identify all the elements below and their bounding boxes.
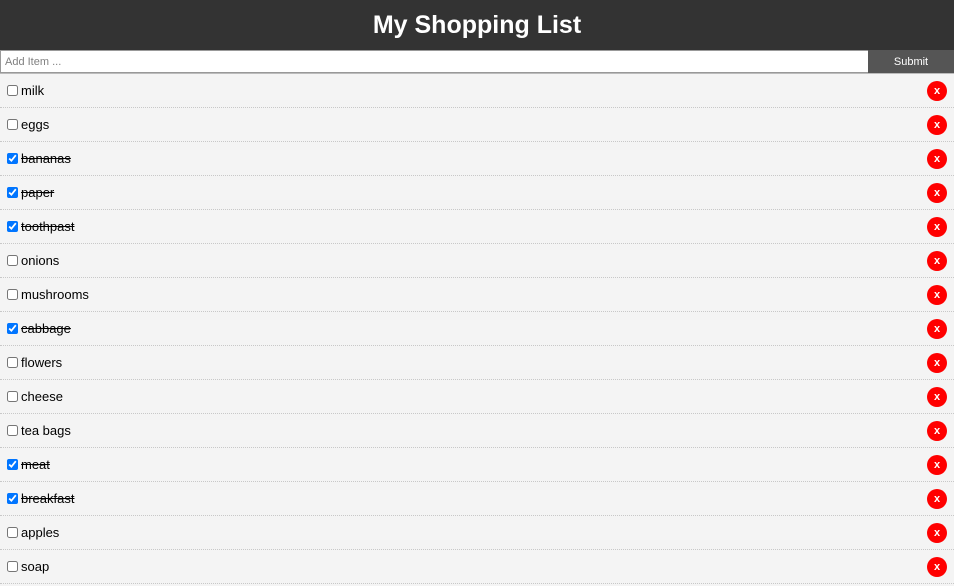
item-checkbox[interactable]: [7, 391, 18, 402]
list-item-content: flowers: [7, 355, 62, 370]
item-label: toothpast: [21, 219, 75, 234]
shopping-list: milk x eggs x bananas x paper x toothpast x onions…: [0, 74, 954, 584]
delete-item-button[interactable]: x: [927, 182, 947, 203]
delete-item-button[interactable]: x: [927, 522, 947, 543]
item-checkbox[interactable]: [7, 493, 18, 504]
delete-item-button[interactable]: x: [927, 556, 947, 577]
item-label: bananas: [21, 151, 71, 166]
item-checkbox[interactable]: [7, 357, 18, 368]
list-item: cabbage x: [0, 312, 954, 346]
page-title: My Shopping List: [372, 10, 582, 39]
item-checkbox[interactable]: [7, 425, 18, 436]
item-label: mushrooms: [21, 287, 89, 302]
item-checkbox[interactable]: [7, 119, 18, 130]
item-checkbox[interactable]: [7, 187, 18, 198]
item-checkbox[interactable]: [7, 289, 18, 300]
list-item: toothpast x: [0, 210, 954, 244]
delete-item-button[interactable]: x: [927, 80, 947, 101]
list-item-content: toothpast: [7, 219, 75, 234]
list-item-content: eggs: [7, 117, 49, 132]
list-item: mushrooms x: [0, 278, 954, 312]
list-item: eggs x: [0, 108, 954, 142]
item-checkbox[interactable]: [7, 85, 18, 96]
delete-item-button[interactable]: x: [927, 148, 947, 169]
delete-item-button[interactable]: x: [927, 454, 947, 475]
list-item: soap x: [0, 550, 954, 584]
item-label: meat: [21, 457, 50, 472]
item-checkbox[interactable]: [7, 153, 18, 164]
item-label: soap: [21, 559, 50, 574]
list-item: apples x: [0, 516, 954, 550]
list-item: paper x: [0, 176, 954, 210]
delete-item-button[interactable]: x: [927, 250, 947, 271]
item-label: onions: [21, 253, 60, 268]
list-item-content: paper: [7, 185, 54, 200]
item-label: milk: [21, 83, 45, 98]
list-item: breakfast x: [0, 482, 954, 516]
list-item: onions x: [0, 244, 954, 278]
list-item-content: onions: [7, 253, 59, 268]
item-checkbox[interactable]: [7, 527, 18, 538]
list-item-content: bananas: [7, 151, 71, 166]
delete-item-button[interactable]: x: [927, 386, 947, 407]
delete-item-button[interactable]: x: [927, 284, 947, 305]
list-item: bananas x: [0, 142, 954, 176]
list-item: tea bags x: [0, 414, 954, 448]
item-label: apples: [21, 525, 60, 540]
add-item-form: Submit: [0, 50, 954, 74]
app-header: My Shopping List: [0, 0, 954, 50]
list-item-content: soap: [7, 559, 49, 574]
delete-item-button[interactable]: x: [927, 216, 947, 237]
delete-item-button[interactable]: x: [927, 318, 947, 339]
item-checkbox[interactable]: [7, 255, 18, 266]
submit-button[interactable]: Submit: [868, 50, 954, 73]
list-item-content: meat: [7, 457, 50, 472]
item-checkbox[interactable]: [7, 221, 18, 232]
list-item: meat x: [0, 448, 954, 482]
list-item-content: breakfast: [7, 491, 74, 506]
add-item-input[interactable]: [0, 50, 868, 73]
list-item-content: mushrooms: [7, 287, 89, 302]
item-checkbox[interactable]: [7, 561, 18, 572]
list-item-content: tea bags: [7, 423, 71, 438]
item-label: tea bags: [21, 423, 71, 438]
delete-item-button[interactable]: x: [927, 114, 947, 135]
list-item-content: cheese: [7, 389, 63, 404]
item-label: cabbage: [21, 321, 71, 336]
list-item: cheese x: [0, 380, 954, 414]
item-label: cheese: [21, 389, 63, 404]
item-label: eggs: [21, 117, 50, 132]
item-checkbox[interactable]: [7, 323, 18, 334]
list-item-content: apples: [7, 525, 59, 540]
list-item-content: cabbage: [7, 321, 71, 336]
delete-item-button[interactable]: x: [927, 488, 947, 509]
list-item-content: milk: [7, 83, 44, 98]
item-label: flowers: [21, 355, 63, 370]
list-item: flowers x: [0, 346, 954, 380]
item-checkbox[interactable]: [7, 459, 18, 470]
delete-item-button[interactable]: x: [927, 352, 947, 373]
item-label: breakfast: [21, 491, 75, 506]
item-label: paper: [21, 185, 55, 200]
list-item: milk x: [0, 74, 954, 108]
delete-item-button[interactable]: x: [927, 420, 947, 441]
